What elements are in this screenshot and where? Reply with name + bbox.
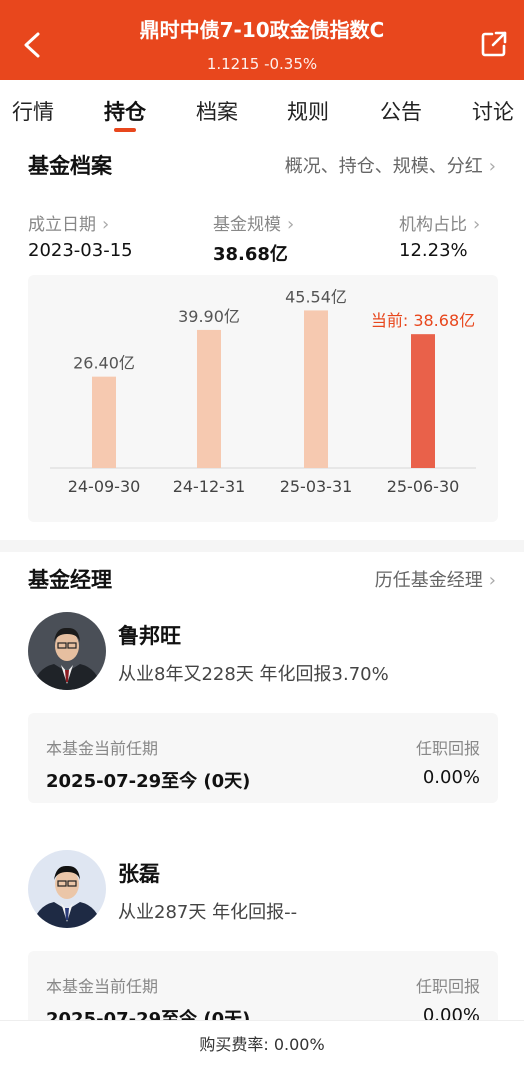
chevron-right-icon: ›	[102, 214, 110, 235]
archive-link-label: 概况、持仓、规模、分红	[284, 156, 483, 177]
chart-data-label: 当前: 38.68亿	[371, 311, 475, 330]
manager-term-box: 本基金当前任期 任职回报 2025-07-29至今 (0天) 0.00%	[28, 713, 498, 803]
stat-established-value: 2023-03-15	[28, 240, 133, 261]
tab-rules[interactable]: 规则	[287, 96, 329, 126]
chart-tick-label: 25-03-31	[280, 477, 353, 496]
avatar[interactable]	[28, 612, 106, 690]
stat-label-text: 成立日期	[28, 215, 96, 235]
tab-announcements[interactable]: 公告	[380, 96, 422, 126]
chevron-right-icon: ›	[488, 156, 496, 177]
past-managers-link[interactable]: 历任基金经理 ›	[375, 566, 496, 592]
chart-data-label: 26.40亿	[73, 354, 135, 373]
manager-desc: 从业287天 年化回报--	[118, 902, 298, 923]
fund-size-chart: 26.40亿 24-09-30 39.90亿 24-12-31 45.54亿 25-03-…	[28, 275, 498, 522]
return-label: 任职回报	[415, 739, 480, 758]
term-label: 本基金当前任期	[46, 739, 159, 758]
archive-title: 基金档案	[28, 154, 112, 178]
purchase-footer: 购买费率: 0.00%	[0, 1020, 524, 1082]
chart-bar	[92, 376, 116, 468]
avatar[interactable]	[28, 850, 106, 928]
term-label: 本基金当前任期	[46, 977, 159, 996]
managers-title: 基金经理	[28, 568, 112, 592]
fund-size-bar-chart: 26.40亿 24-09-30 39.90亿 24-12-31 45.54亿 25-03-…	[50, 287, 476, 496]
manager-name[interactable]: 鲁邦旺	[118, 620, 181, 650]
tab-holdings[interactable]: 持仓	[104, 96, 146, 126]
stat-size-value: 38.68亿	[213, 244, 288, 265]
term-value: 2025-07-29至今 (0天)	[46, 771, 251, 792]
stat-institution-label[interactable]: 机构占比 ›	[399, 210, 480, 235]
chevron-right-icon: ›	[473, 214, 481, 235]
manager-name[interactable]: 张磊	[118, 858, 160, 888]
stat-institution-value: 12.23%	[399, 240, 468, 261]
tab-archive[interactable]: 档案	[196, 96, 238, 126]
chart-tick-label: 24-12-31	[173, 477, 246, 496]
tab-bar: 行情 持仓 档案 规则 公告 讨论	[0, 80, 524, 140]
purchase-fee: 购买费率: 0.00%	[199, 1035, 325, 1054]
stat-label-text: 机构占比	[399, 215, 467, 235]
share-icon[interactable]	[480, 30, 508, 58]
stat-size-label[interactable]: 基金规模 ›	[213, 210, 294, 235]
tab-market[interactable]: 行情	[12, 96, 54, 126]
archive-link[interactable]: 概况、持仓、规模、分红 ›	[285, 152, 496, 178]
past-managers-label: 历任基金经理	[374, 570, 483, 591]
tab-discussion[interactable]: 讨论	[472, 96, 514, 126]
chart-bar	[197, 329, 221, 468]
chart-tick-label: 25-06-30	[387, 477, 460, 496]
chart-tick-label: 24-09-30	[68, 477, 141, 496]
chevron-right-icon: ›	[488, 570, 496, 591]
active-tab-indicator	[114, 128, 136, 132]
fund-title: 鼎时中债7-10政金债指数C	[139, 18, 385, 42]
chevron-right-icon: ›	[287, 214, 295, 235]
chart-data-label: 39.90亿	[178, 307, 240, 326]
return-value: 0.00%	[422, 767, 480, 788]
fund-nav-change: 1.1215 -0.35%	[206, 55, 318, 73]
chart-bar	[304, 310, 328, 468]
return-label: 任职回报	[415, 977, 480, 996]
app-header: 鼎时中债7-10政金债指数C 1.1215 -0.35%	[0, 0, 524, 80]
chart-data-label: 45.54亿	[285, 287, 347, 306]
stat-established-label[interactable]: 成立日期 ›	[28, 210, 109, 235]
stat-label-text: 基金规模	[213, 215, 281, 235]
manager-desc: 从业8年又228天 年化回报3.70%	[118, 664, 389, 685]
chart-bar	[411, 334, 435, 468]
